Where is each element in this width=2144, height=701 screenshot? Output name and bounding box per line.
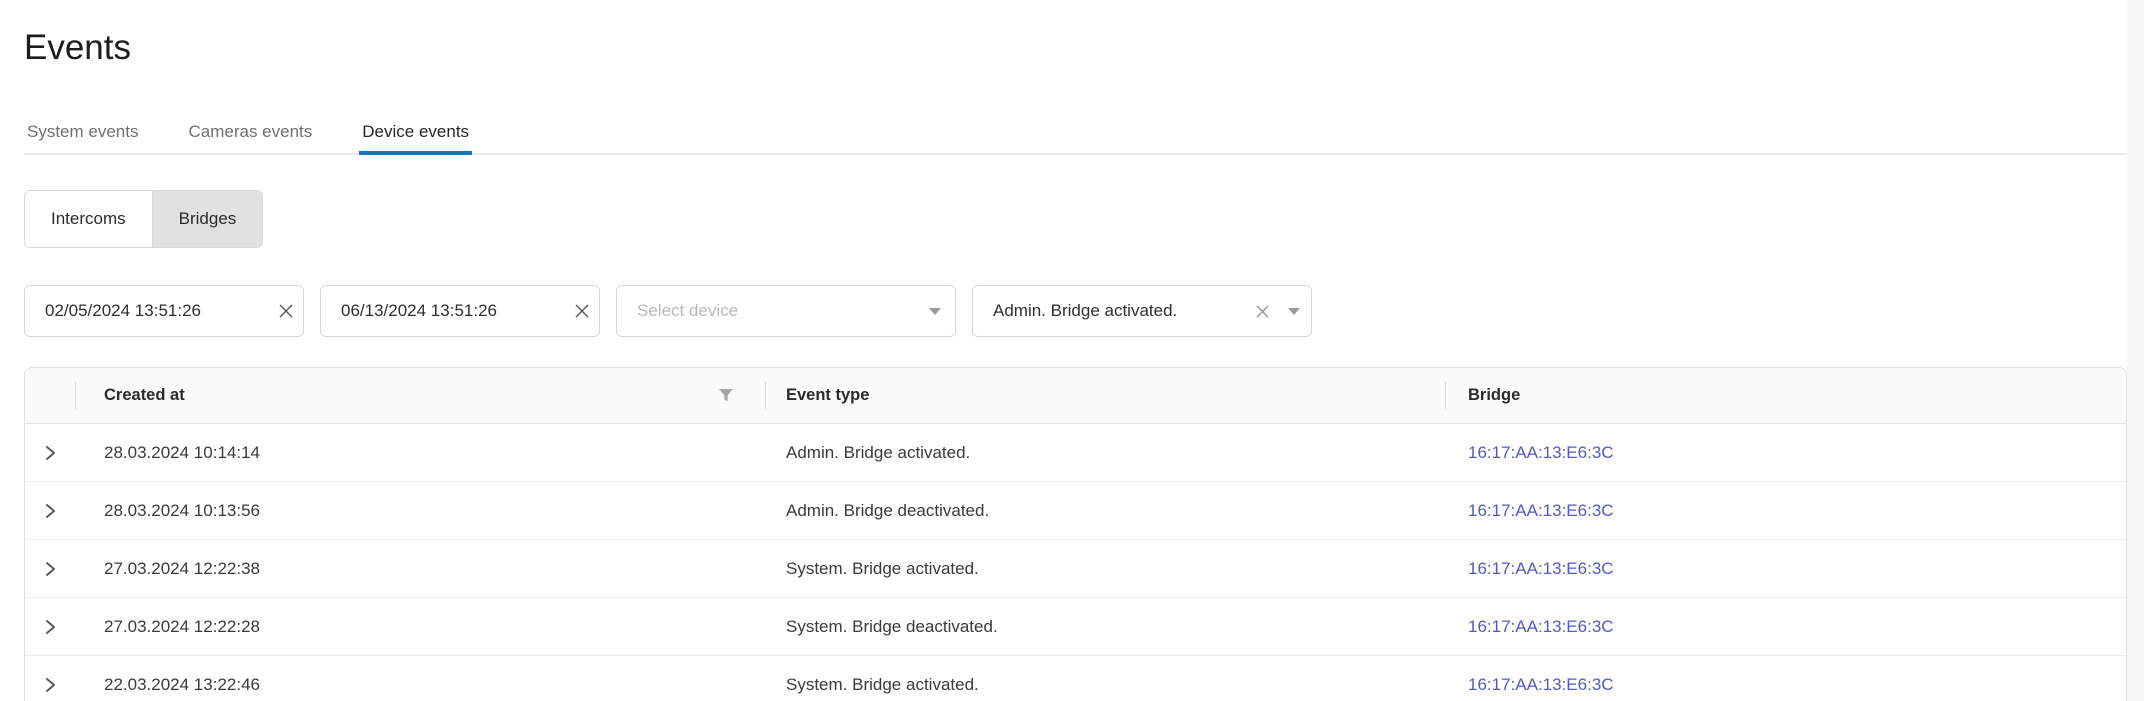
expand-row-button[interactable] [25,482,76,539]
table-row: 28.03.2024 10:13:56 Admin. Bridge deacti… [25,482,2126,540]
bridge-link[interactable]: 16:17:AA:13:E6:3C [1468,443,1614,463]
created-at-value: 27.03.2024 12:22:28 [104,617,260,637]
filters-bar: 02/05/2024 13:51:26 06/13/2024 13:51:26 … [24,285,2127,337]
created-at-filter-button[interactable] [712,382,740,410]
tab-system-events[interactable]: System events [24,122,142,153]
expand-cell [25,540,76,597]
event-type-cell: System. Bridge activated. [766,656,1446,701]
device-select[interactable]: Select device [616,285,956,337]
bridge-cell: 16:17:AA:13:E6:3C [1446,656,2126,701]
table-row: 28.03.2024 10:14:14 Admin. Bridge activa… [25,424,2126,482]
bridge-cell: 16:17:AA:13:E6:3C [1446,482,2126,539]
created-at-cell: 27.03.2024 12:22:38 [76,540,766,597]
date-to-value: 06/13/2024 13:51:26 [321,301,565,321]
bridge-cell: 16:17:AA:13:E6:3C [1446,424,2126,481]
created-at-value: 22.03.2024 13:22:46 [104,675,260,695]
chevron-right-icon [45,503,56,519]
table-row: 22.03.2024 13:22:46 System. Bridge activ… [25,656,2126,701]
event-type-value: Admin. Bridge deactivated. [786,501,989,521]
expand-row-button[interactable] [25,598,76,655]
expand-cell [25,482,76,539]
device-type-segmented: Intercoms Bridges [24,190,263,248]
close-icon [1256,305,1269,318]
expand-row-button[interactable] [25,424,76,481]
created-at-value: 27.03.2024 12:22:38 [104,559,260,579]
tab-cameras-events[interactable]: Cameras events [186,122,316,153]
created-at-cell: 28.03.2024 10:13:56 [76,482,766,539]
close-icon [575,304,589,318]
event-type-cell: System. Bridge deactivated. [766,598,1446,655]
events-table: Created at Event type Bridge [24,367,2127,701]
close-icon [279,304,293,318]
table-row: 27.03.2024 12:22:28 System. Bridge deact… [25,598,2126,656]
header-expand-column [25,368,76,423]
table-body: 28.03.2024 10:14:14 Admin. Bridge activa… [25,424,2126,701]
header-created-at: Created at [76,368,766,423]
date-from-value: 02/05/2024 13:51:26 [25,301,269,321]
created-at-value: 28.03.2024 10:14:14 [104,443,260,463]
page-title: Events [24,26,2127,70]
bridge-cell: 16:17:AA:13:E6:3C [1446,598,2126,655]
chevron-right-icon [45,445,56,461]
bridge-link[interactable]: 16:17:AA:13:E6:3C [1468,617,1614,637]
date-to-field[interactable]: 06/13/2024 13:51:26 [320,285,600,337]
vertical-scrollbar[interactable] [2127,0,2144,701]
date-to-clear-button[interactable] [565,286,599,336]
filter-icon [719,389,733,402]
created-at-cell: 27.03.2024 12:22:28 [76,598,766,655]
events-page: Events System events Cameras events Devi… [24,26,2127,701]
date-from-field[interactable]: 02/05/2024 13:51:26 [24,285,304,337]
event-type-value: Admin. Bridge activated. [786,443,970,463]
header-bridge: Bridge [1446,368,2126,423]
device-select-placeholder: Select device [617,301,915,321]
event-type-cell: System. Bridge activated. [766,540,1446,597]
header-event-type: Event type [766,368,1446,423]
created-at-value: 28.03.2024 10:13:56 [104,501,260,521]
event-type-value: System. Bridge deactivated. [786,617,998,637]
segment-bridges[interactable]: Bridges [152,191,263,247]
expand-row-button[interactable] [25,656,76,701]
created-at-cell: 28.03.2024 10:14:14 [76,424,766,481]
event-type-select-value: Admin. Bridge activated. [973,301,1247,321]
header-bridge-label: Bridge [1468,386,1520,405]
expand-cell [25,656,76,701]
date-from-clear-button[interactable] [269,286,303,336]
chevron-right-icon [45,619,56,635]
expand-cell [25,424,76,481]
event-type-cell: Admin. Bridge deactivated. [766,482,1446,539]
event-type-value: System. Bridge activated. [786,675,979,695]
table-row: 27.03.2024 12:22:38 System. Bridge activ… [25,540,2126,598]
event-type-clear-button[interactable] [1247,286,1277,336]
chevron-right-icon [45,561,56,577]
event-type-select[interactable]: Admin. Bridge activated. [972,285,1312,337]
bridge-link[interactable]: 16:17:AA:13:E6:3C [1468,675,1614,695]
caret-down-icon [1277,308,1311,315]
events-tabs: System events Cameras events Device even… [24,122,2127,155]
event-type-value: System. Bridge activated. [786,559,979,579]
bridge-cell: 16:17:AA:13:E6:3C [1446,540,2126,597]
header-event-type-label: Event type [786,386,869,405]
header-created-at-label: Created at [104,386,185,405]
bridge-link[interactable]: 16:17:AA:13:E6:3C [1468,559,1614,579]
expand-row-button[interactable] [25,540,76,597]
event-type-cell: Admin. Bridge activated. [766,424,1446,481]
bridge-link[interactable]: 16:17:AA:13:E6:3C [1468,501,1614,521]
created-at-cell: 22.03.2024 13:22:46 [76,656,766,701]
segment-intercoms[interactable]: Intercoms [25,191,152,247]
caret-down-icon [915,308,955,315]
chevron-right-icon [45,677,56,693]
expand-cell [25,598,76,655]
table-header-row: Created at Event type Bridge [25,368,2126,424]
tab-device-events[interactable]: Device events [359,122,472,153]
